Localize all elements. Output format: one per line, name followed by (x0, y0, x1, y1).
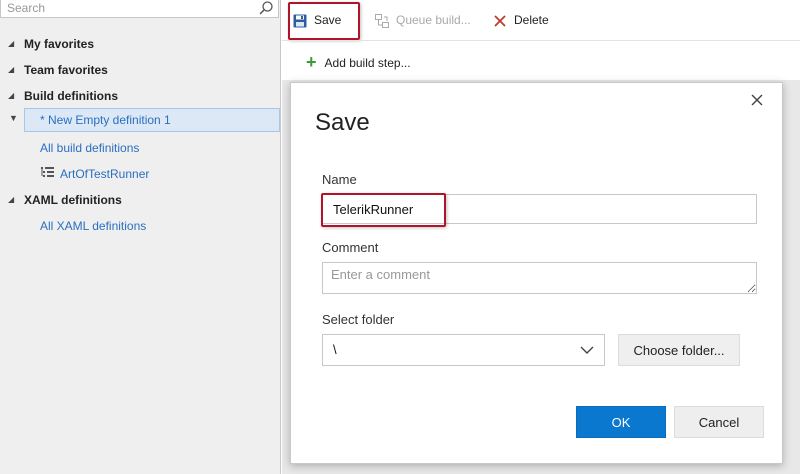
expand-triangle-icon[interactable]: ◢ (8, 85, 24, 107)
comment-label: Comment (322, 240, 379, 255)
choose-folder-button[interactable]: Choose folder... (618, 334, 740, 366)
comment-field[interactable] (322, 262, 757, 294)
select-folder-label: Select folder (322, 312, 395, 327)
tree-item-label: * New Empty definition 1 (40, 113, 171, 127)
plus-icon: + (306, 52, 317, 72)
cancel-button[interactable]: Cancel (674, 406, 764, 438)
search-icon[interactable] (258, 0, 274, 16)
ok-button[interactable]: OK (576, 406, 666, 438)
dialog-title: Save (315, 109, 370, 136)
section-label: My favorites (24, 37, 95, 51)
queue-build-button[interactable]: Queue build... (374, 6, 471, 34)
save-dialog: Save Name Comment Select folder \ Choose… (290, 82, 783, 464)
close-icon[interactable] (748, 91, 766, 109)
tree-item-new-definition[interactable]: * New Empty definition 1 (24, 108, 280, 132)
name-field-highlight (321, 193, 446, 227)
all-xaml-definitions-link[interactable]: All XAML definitions (40, 215, 146, 237)
build-definition-icon (41, 167, 54, 177)
tree-section-build-definitions[interactable]: ◢ Build definitions (8, 85, 118, 107)
section-label: XAML definitions (24, 193, 122, 207)
add-step-label: Add build step... (324, 56, 411, 70)
expand-triangle-icon[interactable]: ◢ (8, 59, 24, 81)
section-label: Team favorites (24, 63, 108, 77)
collapse-arrow-icon[interactable]: ▼ (9, 113, 18, 123)
folder-select-value: \ (333, 342, 337, 357)
expand-triangle-icon[interactable]: ◢ (8, 33, 24, 55)
delete-label: Delete (514, 13, 549, 27)
left-sidebar: ◢My favorites ◢Team favorites ◢Build def… (0, 0, 281, 474)
toolbar: Save Queue build... Delete (282, 0, 800, 40)
section-label: Build definitions (24, 89, 118, 103)
add-build-step-button[interactable]: + Add build step... (306, 52, 411, 74)
search-input[interactable] (7, 0, 247, 16)
save-button-highlight (288, 2, 360, 40)
tree-section-team-favorites[interactable]: ◢ Team favorites (8, 59, 108, 81)
queue-label: Queue build... (396, 13, 471, 27)
tree-section-xaml-definitions[interactable]: ◢ XAML definitions (8, 189, 122, 211)
artoftestrunner-link[interactable]: ArtOfTestRunner (60, 163, 149, 185)
folder-select[interactable]: \ (322, 334, 605, 366)
toolbar-divider (282, 40, 800, 41)
all-build-definitions-link[interactable]: All build definitions (40, 137, 139, 159)
search-box[interactable] (0, 0, 279, 18)
queue-icon (375, 13, 389, 28)
delete-button[interactable]: Delete (492, 6, 549, 34)
expand-triangle-icon[interactable]: ◢ (8, 189, 24, 211)
delete-x-icon (494, 15, 506, 27)
chevron-down-icon (580, 346, 594, 354)
name-label: Name (322, 172, 357, 187)
tree-section-my-favorites[interactable]: ◢ My favorites (8, 33, 94, 55)
